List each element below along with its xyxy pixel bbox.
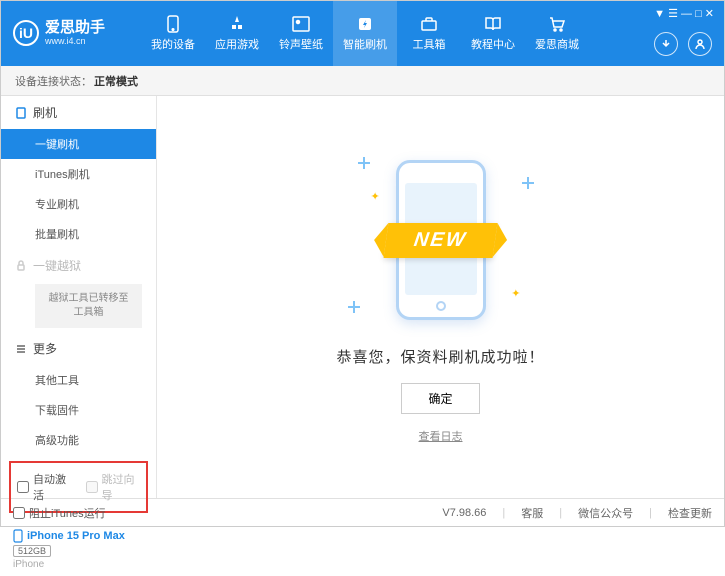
device-info[interactable]: iPhone 15 Pro Max 512GB iPhone (1, 523, 156, 576)
success-illustration: ✦ ✦ NEW (341, 150, 541, 330)
device-type: iPhone (13, 559, 144, 570)
nav-toolbox[interactable]: 工具箱 (397, 1, 461, 66)
version-label: V7.98.66 (442, 507, 486, 519)
phone-icon (163, 15, 183, 33)
nav-label: 工具箱 (413, 36, 446, 52)
sidebar-section-jailbreak: 一键越狱 (1, 249, 156, 282)
view-log-link[interactable]: 查看日志 (419, 428, 463, 444)
nav-my-device[interactable]: 我的设备 (141, 1, 205, 66)
download-button[interactable] (654, 32, 678, 56)
sidebar-item-itunes[interactable]: iTunes刷机 (1, 159, 156, 189)
window-controls[interactable]: ▼ ☰ — □ ✕ (654, 7, 714, 20)
image-icon (291, 15, 311, 33)
nav-store[interactable]: 爱思商城 (525, 1, 589, 66)
toolbox-icon (419, 15, 439, 33)
section-title: 更多 (33, 340, 57, 357)
app-header: iU 爱思助手 www.i4.cn 我的设备 应用游戏 铃声壁纸 智能刷机 工具… (1, 1, 724, 66)
apps-icon (227, 15, 247, 33)
nav-ringtones[interactable]: 铃声壁纸 (269, 1, 333, 66)
status-value: 正常模式 (94, 73, 138, 89)
success-message: 恭喜您，保资料刷机成功啦！ (336, 346, 544, 367)
sidebar-item-firmware[interactable]: 下载固件 (1, 395, 156, 425)
jailbreak-note: 越狱工具已转移至工具箱 (35, 284, 142, 328)
skip-guide-checkbox[interactable]: 跳过向导 (86, 471, 141, 503)
sidebar-item-batch[interactable]: 批量刷机 (1, 219, 156, 249)
nav-flash[interactable]: 智能刷机 (333, 1, 397, 66)
logo-icon: iU (13, 20, 39, 46)
cart-icon (547, 15, 567, 33)
nav-label: 应用游戏 (215, 36, 259, 52)
nav-label: 教程中心 (471, 36, 515, 52)
device-name-text: iPhone 15 Pro Max (27, 530, 125, 542)
more-icon (15, 343, 27, 355)
app-title: 爱思助手 (45, 20, 105, 37)
auto-activate-checkbox[interactable]: 自动激活 (17, 471, 72, 503)
main-content: ✦ ✦ NEW 恭喜您，保资料刷机成功啦！ 确定 查看日志 (157, 96, 724, 498)
nav-label: 铃声壁纸 (279, 36, 323, 52)
sidebar-section-flash[interactable]: 刷机 (1, 96, 156, 129)
confirm-button[interactable]: 确定 (401, 383, 479, 414)
device-icon (13, 529, 23, 543)
logo: iU 爱思助手 www.i4.cn (13, 20, 141, 46)
footer-update[interactable]: 检查更新 (668, 505, 712, 521)
book-icon (483, 15, 503, 33)
sidebar-section-more[interactable]: 更多 (1, 332, 156, 365)
status-label: 设备连接状态： (15, 73, 92, 89)
nav-label: 智能刷机 (343, 36, 387, 52)
device-storage: 512GB (13, 545, 51, 557)
nav-apps[interactable]: 应用游戏 (205, 1, 269, 66)
lock-icon (15, 260, 27, 272)
sidebar-item-oneclick[interactable]: 一键刷机 (1, 129, 156, 159)
block-itunes-checkbox[interactable]: 阻止iTunes运行 (13, 505, 106, 521)
section-title: 刷机 (33, 104, 57, 121)
footer-wechat[interactable]: 微信公众号 (578, 505, 633, 521)
section-icon (15, 107, 27, 119)
sidebar-item-other[interactable]: 其他工具 (1, 365, 156, 395)
new-ribbon: NEW (384, 223, 498, 258)
nav-label: 我的设备 (151, 36, 195, 52)
nav-tutorials[interactable]: 教程中心 (461, 1, 525, 66)
user-button[interactable] (688, 32, 712, 56)
flash-icon (355, 15, 375, 33)
nav-label: 爱思商城 (535, 36, 579, 52)
sidebar-item-advanced[interactable]: 高级功能 (1, 425, 156, 455)
section-title: 一键越狱 (33, 257, 81, 274)
status-bar: 设备连接状态： 正常模式 (1, 66, 724, 96)
app-url: www.i4.cn (45, 37, 105, 47)
sidebar: 刷机 一键刷机 iTunes刷机 专业刷机 批量刷机 一键越狱 越狱工具已转移至… (1, 96, 157, 498)
top-nav: 我的设备 应用游戏 铃声壁纸 智能刷机 工具箱 教程中心 爱思商城 (141, 1, 589, 66)
footer-support[interactable]: 客服 (521, 505, 543, 521)
sidebar-item-pro[interactable]: 专业刷机 (1, 189, 156, 219)
